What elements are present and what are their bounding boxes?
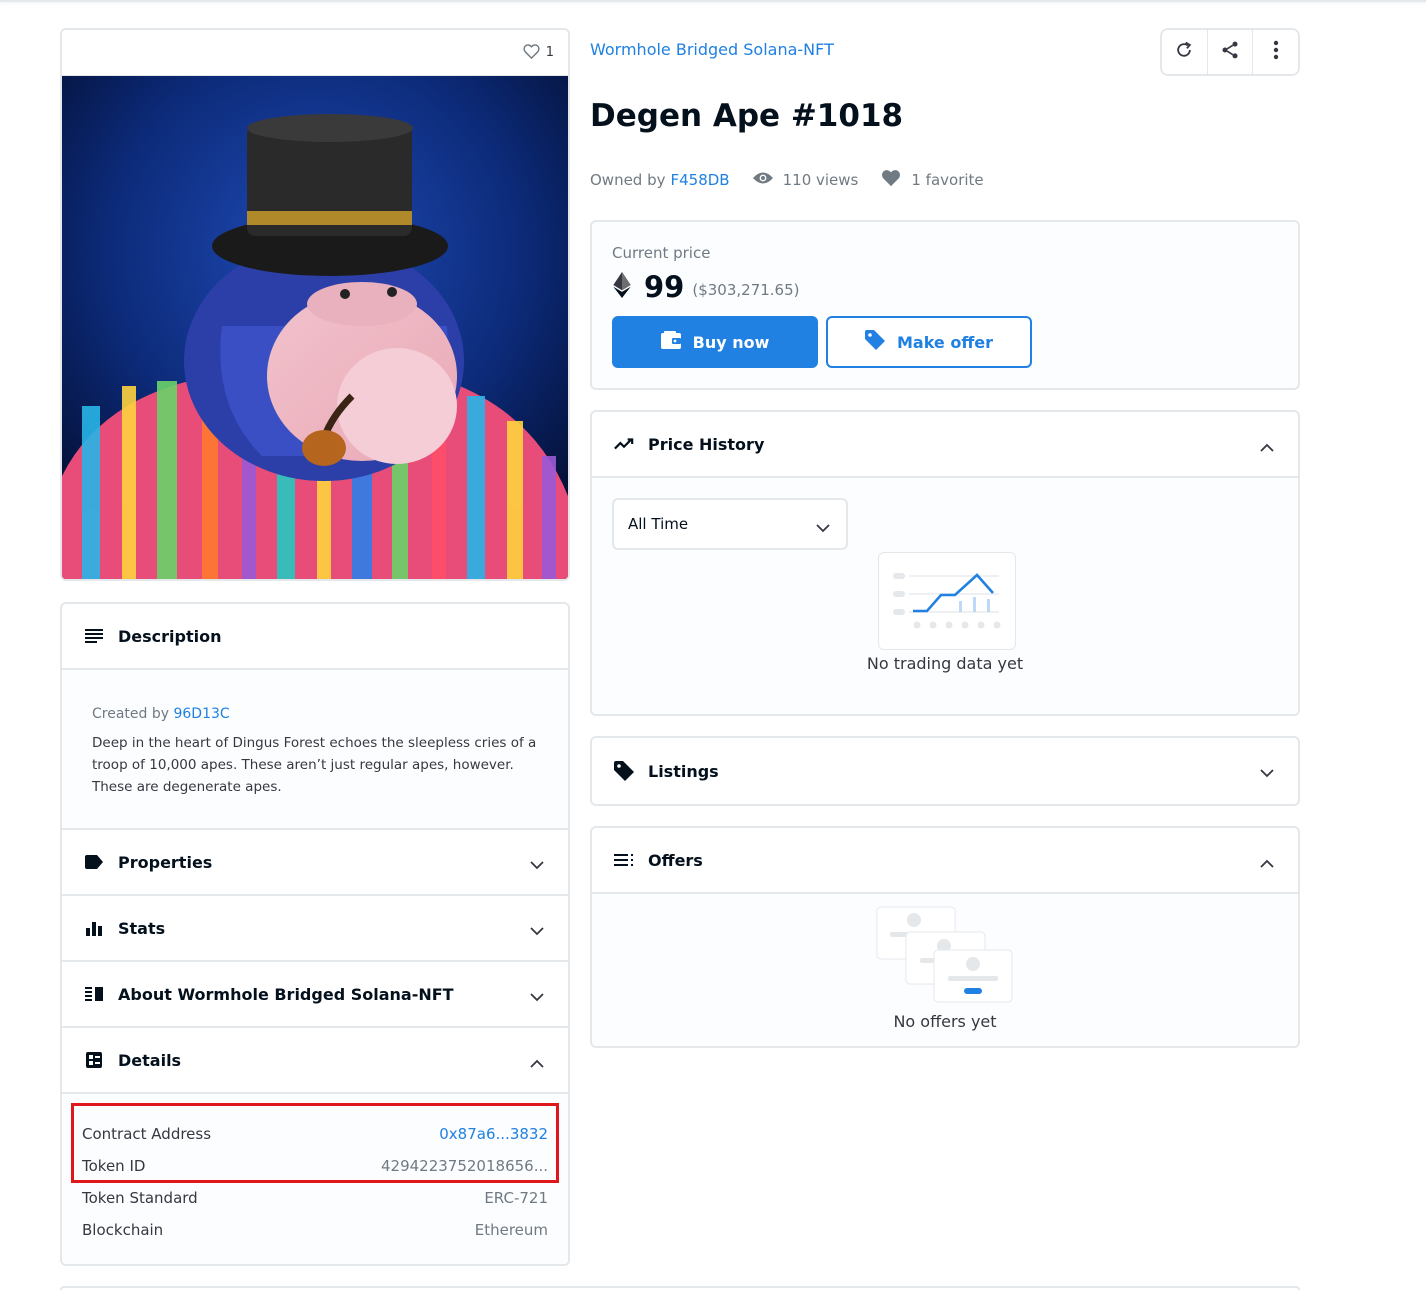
no-data-chart-icon bbox=[878, 552, 1016, 650]
listings-title: Listings bbox=[648, 761, 719, 781]
top-divider bbox=[0, 0, 1426, 2]
price-history-panel: Price History All Time No trading data y… bbox=[590, 410, 1300, 716]
make-offer-button[interactable]: Make offer bbox=[826, 316, 1032, 368]
more-vertical-icon bbox=[1273, 40, 1279, 64]
item-meta-row: Owned by F458DB 110 views 1 favorite bbox=[590, 168, 984, 191]
refresh-button[interactable] bbox=[1162, 30, 1208, 74]
chevron-down-icon[interactable] bbox=[530, 987, 544, 1006]
contract-address-link[interactable]: 0x87a6...3832 bbox=[439, 1125, 548, 1143]
collection-link[interactable]: Wormhole Bridged Solana-NFT bbox=[590, 40, 834, 59]
about-collection-title: About Wormhole Bridged Solana-NFT bbox=[118, 984, 454, 1004]
time-range-value: All Time bbox=[628, 515, 689, 533]
chevron-up-icon[interactable] bbox=[1260, 437, 1274, 456]
buy-now-label: Buy now bbox=[692, 332, 770, 352]
detail-row-blockchain: Blockchain Ethereum bbox=[82, 1214, 548, 1246]
price-history-header[interactable]: Price History bbox=[592, 412, 1298, 478]
details-list-icon bbox=[84, 1050, 104, 1070]
blockchain-value: Ethereum bbox=[474, 1221, 548, 1239]
about-collection-header[interactable]: About Wormhole Bridged Solana-NFT bbox=[62, 962, 568, 1028]
chevron-down-icon[interactable] bbox=[530, 921, 544, 940]
favorite-count: 1 bbox=[545, 45, 554, 60]
no-offers-cards-icon bbox=[876, 906, 1016, 1010]
offers-title: Offers bbox=[648, 850, 703, 870]
offers-body: No offers yet bbox=[592, 894, 1298, 1046]
views-count: 110 views bbox=[752, 170, 859, 189]
created-by-label: Created by bbox=[92, 706, 170, 722]
token-id-value: 4294223752018656... bbox=[381, 1157, 548, 1175]
creator-link[interactable]: 96D13C bbox=[173, 706, 229, 722]
trending-line-icon bbox=[614, 434, 634, 454]
heart-icon bbox=[880, 168, 902, 191]
image-card-header: 1 bbox=[62, 30, 568, 76]
favorite-heart-icon[interactable] bbox=[523, 43, 540, 63]
description-title: Description bbox=[118, 626, 222, 646]
bar-chart-icon bbox=[84, 918, 104, 938]
nft-title: Degen Ape #1018 bbox=[590, 98, 904, 134]
owner-link[interactable]: F458DB bbox=[671, 171, 730, 189]
price-history-title: Price History bbox=[648, 434, 765, 454]
time-range-select[interactable]: All Time bbox=[612, 498, 848, 550]
nft-artwork-image[interactable] bbox=[62, 76, 568, 581]
chevron-down-icon[interactable] bbox=[530, 855, 544, 874]
description-text: Deep in the heart of Dingus Forest echoe… bbox=[92, 735, 537, 795]
price-amount: 99 bbox=[644, 270, 685, 304]
offers-header[interactable]: Offers bbox=[592, 828, 1298, 894]
owned-by-label: Owned by bbox=[590, 170, 666, 189]
buy-now-button[interactable]: Buy now bbox=[612, 316, 818, 368]
ethereum-icon bbox=[612, 272, 632, 302]
chevron-up-icon[interactable] bbox=[1260, 853, 1274, 872]
favorites-text: 1 favorite bbox=[911, 170, 984, 189]
price-card: Current price 99 ($303,271.65) Buy now M… bbox=[590, 220, 1300, 390]
tag-icon bbox=[864, 330, 885, 354]
eye-icon bbox=[752, 171, 774, 189]
token-id-label: Token ID bbox=[82, 1157, 146, 1175]
no-offers-text: No offers yet bbox=[893, 1012, 997, 1031]
contract-address-label: Contract Address bbox=[82, 1125, 212, 1143]
details-title: Details bbox=[118, 1050, 182, 1070]
chevron-down-icon[interactable] bbox=[1260, 763, 1274, 782]
item-action-buttons bbox=[1160, 28, 1300, 76]
share-icon bbox=[1220, 40, 1240, 64]
offers-panel: Offers No offers yet bbox=[590, 826, 1300, 1048]
refresh-icon bbox=[1174, 40, 1194, 64]
make-offer-label: Make offer bbox=[896, 332, 994, 352]
nft-image-card: 1 bbox=[60, 28, 570, 581]
description-body: Created by 96D13C Deep in the heart of D… bbox=[62, 670, 568, 830]
chevron-down-icon bbox=[816, 519, 830, 537]
share-button[interactable] bbox=[1208, 30, 1254, 74]
stats-header[interactable]: Stats bbox=[62, 896, 568, 962]
info-panel: Description Created by 96D13C Deep in th… bbox=[60, 602, 570, 1266]
vertical-split-icon bbox=[84, 984, 104, 1004]
price-history-body: All Time No trading data yet bbox=[592, 478, 1298, 714]
stats-title: Stats bbox=[118, 918, 166, 938]
detail-row-token-standard: Token Standard ERC-721 bbox=[82, 1182, 548, 1214]
views-text: 110 views bbox=[782, 170, 859, 189]
no-trading-data-text: No trading data yet bbox=[866, 654, 1024, 673]
list-icon bbox=[614, 850, 634, 870]
listings-header[interactable]: Listings bbox=[592, 738, 1298, 804]
next-section-border bbox=[60, 1286, 1300, 1290]
detail-row-token-id: Token ID 4294223752018656... bbox=[82, 1150, 548, 1182]
price-usd: ($303,271.65) bbox=[692, 281, 800, 299]
current-price-label: Current price bbox=[612, 244, 711, 262]
favorites-count[interactable]: 1 favorite bbox=[880, 168, 984, 191]
detail-row-contract: Contract Address 0x87a6...3832 bbox=[82, 1118, 548, 1150]
description-lines-icon bbox=[84, 626, 104, 646]
price-row: 99 ($303,271.65) bbox=[612, 270, 800, 304]
created-by: Created by 96D13C bbox=[92, 706, 538, 722]
details-header[interactable]: Details bbox=[62, 1028, 568, 1094]
token-standard-value: ERC-721 bbox=[484, 1189, 548, 1207]
blockchain-label: Blockchain bbox=[82, 1221, 164, 1239]
wallet-icon bbox=[660, 331, 681, 353]
description-header[interactable]: Description bbox=[62, 604, 568, 670]
chevron-up-icon[interactable] bbox=[530, 1053, 544, 1072]
tag-icon bbox=[614, 761, 634, 781]
details-body: Contract Address 0x87a6...3832 Token ID … bbox=[62, 1094, 568, 1264]
more-options-button[interactable] bbox=[1253, 30, 1298, 74]
properties-title: Properties bbox=[118, 852, 213, 872]
listings-panel: Listings bbox=[590, 736, 1300, 806]
properties-header[interactable]: Properties bbox=[62, 830, 568, 896]
tag-label-icon bbox=[84, 852, 104, 872]
token-standard-label: Token Standard bbox=[82, 1189, 198, 1207]
